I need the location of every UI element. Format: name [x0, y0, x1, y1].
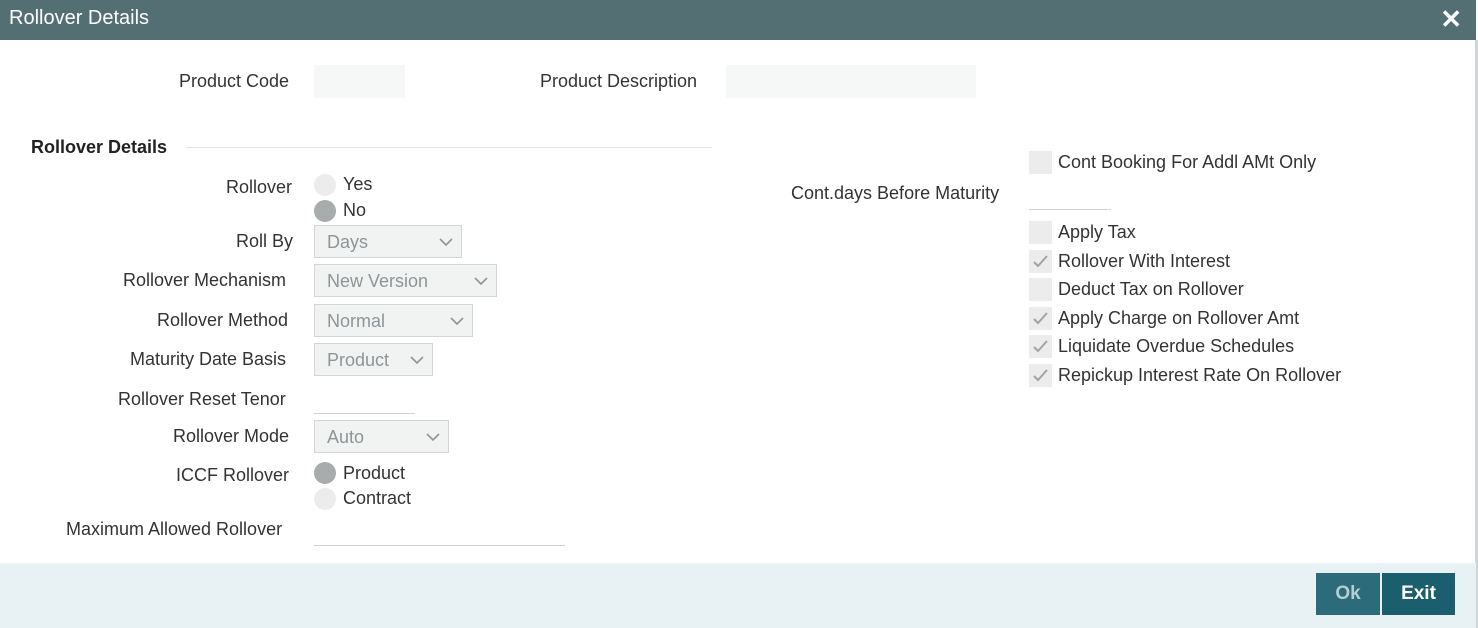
close-icon[interactable]: ✕ [1440, 5, 1462, 33]
chevron-down-icon [410, 356, 424, 365]
rollover-method-value: Normal [327, 311, 386, 331]
apply-tax-checkbox[interactable] [1029, 221, 1052, 244]
apply-charge-label: Apply Charge on Rollover Amt [1058, 308, 1300, 328]
apply-tax-label: Apply Tax [1058, 222, 1136, 242]
rollover-with-interest-label: Rollover With Interest [1058, 251, 1231, 271]
dialog-title: Rollover Details [9, 7, 150, 29]
chevron-down-icon [439, 238, 453, 247]
rollover-yes-label: Yes [343, 174, 373, 194]
section-divider [186, 147, 712, 148]
product-description-field[interactable] [726, 65, 976, 98]
dialog-titlebar: Rollover Details ✕ [0, 0, 1476, 40]
maximum-allowed-rollover-label: Maximum Allowed Rollover [66, 519, 283, 539]
repickup-interest-label: Repickup Interest Rate On Rollover [1058, 365, 1342, 385]
rollover-method-label: Rollover Method [157, 310, 289, 330]
rollover-mode-label: Rollover Mode [173, 426, 290, 446]
checkmark-icon [1033, 369, 1048, 382]
iccf-rollover-label: ICCF Rollover [176, 465, 290, 485]
rollover-mechanism-select[interactable]: New Version [314, 264, 497, 297]
chevron-down-icon [474, 277, 488, 286]
rollover-method-select[interactable]: Normal [314, 304, 473, 337]
rollover-mode-value: Auto [327, 427, 365, 447]
roll-by-label: Roll By [236, 231, 294, 251]
chevron-down-icon [426, 433, 440, 442]
rollover-with-interest-checkbox[interactable] [1029, 250, 1052, 273]
cont-days-input[interactable] [1029, 187, 1111, 210]
iccf-contract-radio[interactable] [314, 488, 336, 510]
maximum-allowed-rollover-input[interactable] [314, 523, 565, 546]
chevron-down-icon [450, 317, 464, 326]
dialog-footer [0, 563, 1476, 628]
checkmark-icon [1033, 255, 1048, 268]
cont-booking-checkbox[interactable] [1029, 151, 1052, 174]
checkmark-icon [1033, 312, 1048, 325]
deduct-tax-checkbox[interactable] [1029, 278, 1052, 301]
rollover-mode-select[interactable]: Auto [314, 420, 449, 453]
product-description-label: Product Description [540, 71, 698, 91]
iccf-product-label: Product [343, 463, 406, 483]
repickup-interest-checkbox[interactable] [1029, 364, 1052, 387]
checkmark-icon [1033, 340, 1048, 353]
rollover-yes-radio[interactable] [314, 174, 336, 196]
product-code-field[interactable] [314, 65, 405, 98]
section-title: Rollover Details [31, 137, 168, 157]
rollover-reset-tenor-input[interactable] [314, 391, 415, 414]
maturity-date-basis-label: Maturity Date Basis [130, 349, 287, 369]
iccf-contract-label: Contract [343, 488, 412, 508]
apply-charge-checkbox[interactable] [1029, 307, 1052, 330]
iccf-product-radio[interactable] [314, 462, 336, 484]
exit-button[interactable]: Exit [1382, 573, 1455, 615]
rollover-mechanism-label: Rollover Mechanism [123, 270, 287, 290]
rollover-no-radio[interactable] [314, 200, 336, 222]
deduct-tax-label: Deduct Tax on Rollover [1058, 279, 1244, 299]
rollover-no-label: No [343, 200, 367, 220]
cont-booking-label: Cont Booking For Addl AMt Only [1058, 152, 1317, 172]
product-code-label: Product Code [179, 71, 290, 91]
rollover-mechanism-value: New Version [327, 271, 429, 291]
liquidate-overdue-label: Liquidate Overdue Schedules [1058, 336, 1295, 356]
rollover-reset-tenor-label: Rollover Reset Tenor [118, 389, 286, 409]
roll-by-select[interactable]: Days [314, 225, 462, 258]
ok-button[interactable]: Ok [1316, 573, 1380, 615]
rollover-label: Rollover [226, 177, 293, 197]
maturity-date-basis-select[interactable]: Product [314, 343, 433, 376]
maturity-date-basis-value: Product [327, 350, 390, 370]
cont-days-label: Cont.days Before Maturity [791, 183, 1000, 203]
liquidate-overdue-checkbox[interactable] [1029, 335, 1052, 358]
roll-by-value: Days [327, 232, 369, 252]
